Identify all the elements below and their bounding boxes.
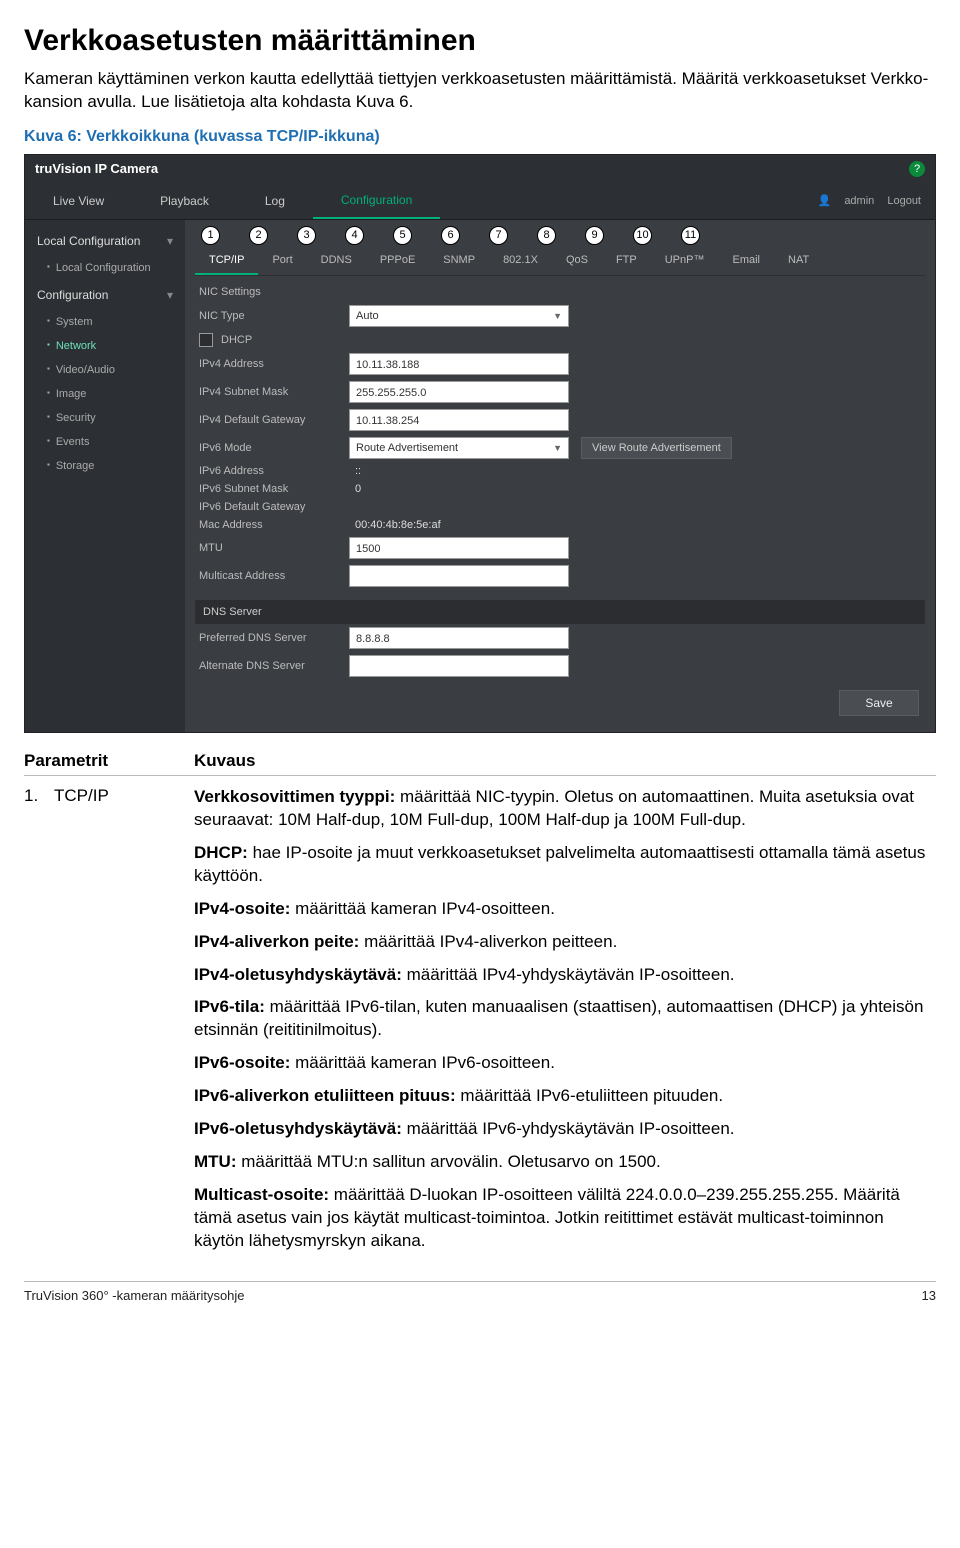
tab-log[interactable]: Log	[237, 184, 313, 218]
sidebar-item-image[interactable]: Image	[25, 382, 185, 406]
callout-2: 2	[249, 226, 268, 245]
nic-type-label: NIC Type	[199, 310, 349, 322]
sidebar-item-storage[interactable]: Storage	[25, 454, 185, 478]
sidebar-item-video-audio[interactable]: Video/Audio	[25, 358, 185, 382]
subtab-email[interactable]: Email	[718, 247, 774, 275]
subtab-nat[interactable]: NAT	[774, 247, 823, 275]
param-name: TCP/IP	[54, 786, 194, 1263]
parameters-table: Parametrit Kuvaus 1. TCP/IP Verkkosovitt…	[24, 751, 936, 1263]
callout-11: 11	[681, 226, 700, 245]
intro-text: Kameran käyttäminen verkon kautta edelly…	[24, 68, 936, 114]
subtab-ddns[interactable]: DDNS	[307, 247, 366, 275]
callout-4: 4	[345, 226, 364, 245]
ipv6-mask-label: IPv6 Subnet Mask	[199, 483, 349, 495]
table-header-param: Parametrit	[24, 751, 194, 771]
footer-page-number: 13	[922, 1288, 936, 1303]
ipv6-mask-value: 0	[349, 483, 569, 495]
dns-section-label: DNS Server	[195, 600, 925, 624]
callout-6: 6	[441, 226, 460, 245]
sidebar-item-network[interactable]: Network	[25, 334, 185, 358]
sub-tabs: TCP/IP Port DDNS PPPoE SNMP 802.1X QoS F…	[195, 247, 925, 276]
callout-5: 5	[393, 226, 412, 245]
ipv4-mask-label: IPv4 Subnet Mask	[199, 386, 349, 398]
subtab-snmp[interactable]: SNMP	[429, 247, 489, 275]
ipv4-gw-label: IPv4 Default Gateway	[199, 414, 349, 426]
mac-value: 00:40:4b:8e:5e:af	[349, 519, 569, 531]
page-title: Verkkoasetusten määrittäminen	[24, 24, 936, 58]
content-panel: 1 2 3 4 5 6 7 8 9 10 11 TCP/IP Port DDNS	[185, 220, 935, 732]
help-icon[interactable]: ?	[909, 161, 925, 177]
pref-dns-label: Preferred DNS Server	[199, 632, 349, 644]
subtab-tcpip[interactable]: TCP/IP	[195, 247, 258, 275]
mtu-label: MTU	[199, 542, 349, 554]
param-num: 1.	[24, 786, 54, 1263]
multicast-input[interactable]	[349, 565, 569, 587]
callout-1: 1	[201, 226, 220, 245]
dhcp-checkbox[interactable]	[199, 333, 213, 347]
user-area: 👤 admin Logout	[794, 184, 935, 217]
ipv6-gw-label: IPv6 Default Gateway	[199, 501, 349, 513]
sidebar-group-configuration[interactable]: Configuration▾	[25, 280, 185, 310]
figure-caption: Kuva 6: Verkkoikkuna (kuvassa TCP/IP-ikk…	[24, 128, 936, 146]
callout-9: 9	[585, 226, 604, 245]
mac-label: Mac Address	[199, 519, 349, 531]
sidebar-item-system[interactable]: System	[25, 310, 185, 334]
user-icon: 👤	[818, 195, 832, 207]
ipv6-address-value: ::	[349, 465, 569, 477]
ipv4-gw-input[interactable]: 10.11.38.254	[349, 409, 569, 431]
callout-10: 10	[633, 226, 652, 245]
chevron-down-icon: ▾	[167, 288, 173, 302]
footer-doc-title: TruVision 360° -kameran määritysohje	[24, 1288, 245, 1303]
pref-dns-input[interactable]: 8.8.8.8	[349, 627, 569, 649]
alt-dns-input[interactable]	[349, 655, 569, 677]
ipv6-mode-select[interactable]: Route Advertisement▼	[349, 437, 569, 459]
page-footer: TruVision 360° -kameran määritysohje 13	[24, 1281, 936, 1303]
nic-section-label: NIC Settings	[195, 276, 925, 302]
mtu-input[interactable]: 1500	[349, 537, 569, 559]
user-name: admin	[844, 195, 874, 207]
chevron-down-icon: ▼	[553, 437, 562, 459]
sidebar-item-events[interactable]: Events	[25, 430, 185, 454]
subtab-qos[interactable]: QoS	[552, 247, 602, 275]
view-route-advertisement-button[interactable]: View Route Advertisement	[581, 437, 732, 459]
subtab-pppoe[interactable]: PPPoE	[366, 247, 429, 275]
callout-3: 3	[297, 226, 316, 245]
subtab-upnp[interactable]: UPnP™	[651, 247, 719, 275]
save-button[interactable]: Save	[839, 690, 919, 716]
tab-configuration[interactable]: Configuration	[313, 183, 440, 219]
titlebar: truVision IP Camera ?	[25, 155, 935, 183]
sidebar: Local Configuration▾ Local Configuration…	[25, 220, 185, 732]
callout-numbers-row: 1 2 3 4 5 6 7 8 9 10 11	[195, 220, 925, 247]
tab-playback[interactable]: Playback	[132, 184, 237, 218]
chevron-down-icon: ▼	[553, 305, 562, 327]
callout-8: 8	[537, 226, 556, 245]
ipv4-address-input[interactable]: 10.11.38.188	[349, 353, 569, 375]
brand-logo: truVision IP Camera	[35, 161, 158, 176]
table-header-desc: Kuvaus	[194, 751, 936, 771]
tab-live-view[interactable]: Live View	[25, 184, 132, 218]
main-tabs: Live View Playback Log Configuration 👤 a…	[25, 183, 935, 220]
sidebar-group-local[interactable]: Local Configuration▾	[25, 226, 185, 256]
sidebar-item-local-configuration[interactable]: Local Configuration	[25, 256, 185, 280]
subtab-8021x[interactable]: 802.1X	[489, 247, 552, 275]
ipv4-address-label: IPv4 Address	[199, 358, 349, 370]
alt-dns-label: Alternate DNS Server	[199, 660, 349, 672]
ipv6-mode-label: IPv6 Mode	[199, 442, 349, 454]
multicast-label: Multicast Address	[199, 570, 349, 582]
dhcp-row: DHCP	[199, 333, 349, 347]
chevron-down-icon: ▾	[167, 234, 173, 248]
ipv4-mask-input[interactable]: 255.255.255.0	[349, 381, 569, 403]
callout-7: 7	[489, 226, 508, 245]
camera-ui-screenshot: truVision IP Camera ? Live View Playback…	[24, 154, 936, 733]
ipv6-address-label: IPv6 Address	[199, 465, 349, 477]
logout-link[interactable]: Logout	[887, 195, 921, 207]
nic-type-select[interactable]: Auto▼	[349, 305, 569, 327]
param-desc: Verkkosovittimen tyyppi: määrittää NIC-t…	[194, 786, 936, 1263]
subtab-port[interactable]: Port	[258, 247, 306, 275]
subtab-ftp[interactable]: FTP	[602, 247, 651, 275]
sidebar-item-security[interactable]: Security	[25, 406, 185, 430]
